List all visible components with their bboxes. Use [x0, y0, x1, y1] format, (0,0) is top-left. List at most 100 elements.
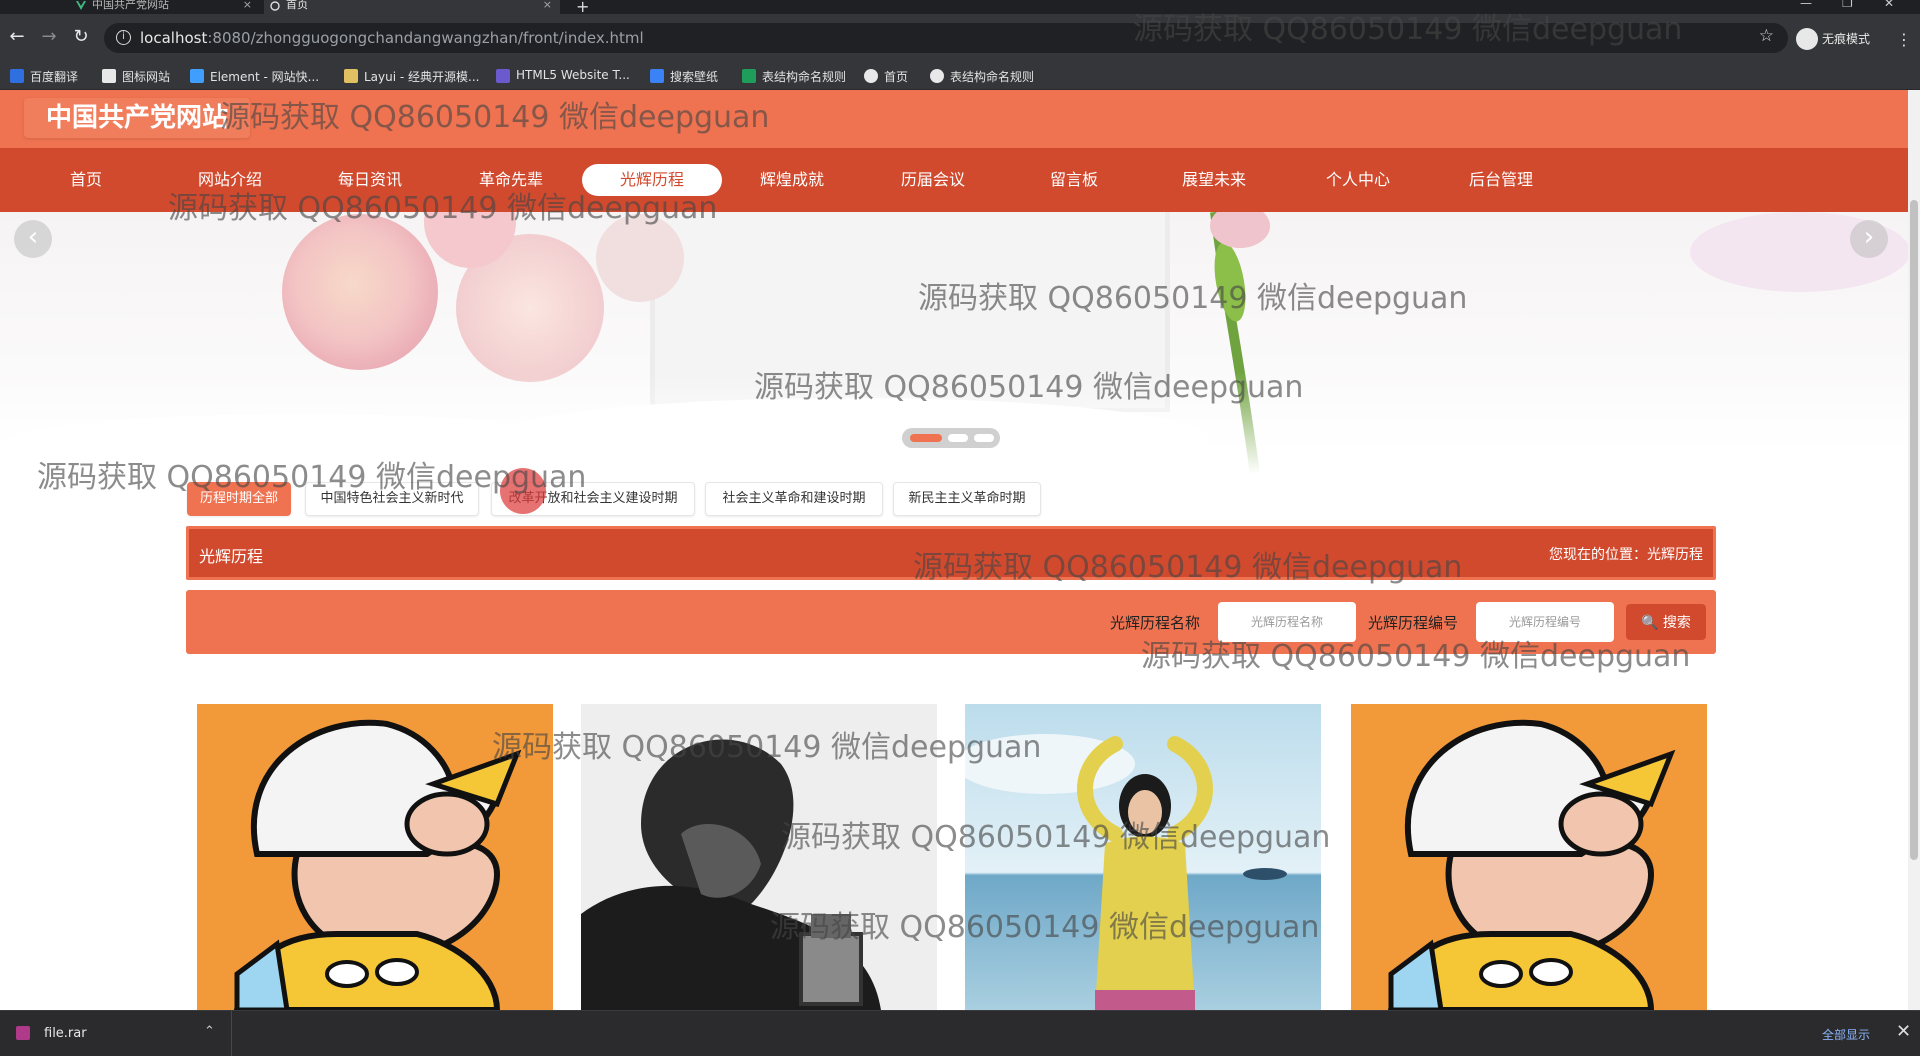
man-portrait-image: [581, 704, 937, 1010]
filter-new-democratic[interactable]: 新民主主义革命时期: [893, 482, 1041, 516]
bookmark-label: 表结构命名规则: [762, 70, 847, 84]
nav-item-meetings[interactable]: 历届会议: [878, 164, 988, 196]
close-window-icon[interactable]: ✕: [1884, 0, 1894, 10]
site-title[interactable]: 中国共产党网站: [24, 98, 251, 138]
bookmark-label: 首页: [884, 70, 909, 84]
profile-label: 无痕模式: [1822, 32, 1871, 46]
vue-icon: [76, 1, 86, 10]
filter-new-era[interactable]: 中国特色社会主义新时代: [305, 482, 479, 516]
carousel-indicators: [902, 428, 1000, 448]
carousel-dot-3[interactable]: [974, 434, 994, 442]
carousel-next-button[interactable]: ›: [1850, 220, 1888, 258]
filter-all[interactable]: 历程时期全部: [187, 482, 291, 516]
bookmarks-bar: 百度翻译 图标网站 Element - 网站快... Layui - 经典开源模…: [0, 62, 1920, 90]
history-card[interactable]: [581, 704, 937, 1010]
wallpaper-search-icon: [650, 69, 664, 83]
nav-item-profile[interactable]: 个人中心: [1303, 164, 1413, 196]
name-search-input[interactable]: [1218, 602, 1356, 642]
girl-beach-image: [965, 704, 1321, 1010]
carousel-dot-1[interactable]: [910, 434, 942, 442]
show-all-downloads-link[interactable]: 全部显示: [1822, 1026, 1870, 1043]
nav-item-intro[interactable]: 网站介绍: [175, 164, 285, 196]
section-title: 光辉历程: [199, 547, 264, 566]
url-path: :8080/zhongguogongchandangwangzhan/front…: [207, 29, 644, 47]
incognito-profile[interactable]: 无痕模式: [1796, 28, 1870, 50]
forward-icon[interactable]: →: [36, 24, 62, 50]
bookmark-item[interactable]: 表结构命名规则: [930, 68, 1034, 85]
nav-item-history[interactable]: 光辉历程: [582, 164, 722, 196]
carousel-prev-button[interactable]: ‹: [14, 220, 52, 258]
history-card[interactable]: [197, 704, 553, 1010]
minimize-icon[interactable]: —: [1800, 0, 1812, 10]
tab-home[interactable]: 首页 ×: [264, 0, 560, 14]
bookmark-item[interactable]: Element - 网站快...: [190, 68, 319, 85]
nav-item-achievements[interactable]: 辉煌成就: [737, 164, 847, 196]
bookmark-item[interactable]: 搜索壁纸: [650, 68, 718, 85]
site-header: 中国共产党网站: [0, 90, 1908, 148]
menu-kebab-icon[interactable]: ⋮: [1896, 30, 1912, 49]
element-icon: [190, 69, 204, 83]
period-filter-tabs: 历程时期全部 中国特色社会主义新时代 改革开放和社会主义建设时期 社会主义革命和…: [187, 482, 1717, 518]
download-shelf: file.rar ⌃ 全部显示 ✕: [0, 1010, 1920, 1056]
banner-carousel: ‹ ›: [0, 212, 1908, 474]
page-scrollbar[interactable]: [1908, 90, 1920, 1010]
html5-template-icon: [496, 69, 510, 83]
download-item[interactable]: file.rar ⌃: [0, 1011, 232, 1056]
history-card[interactable]: [965, 704, 1321, 1010]
globe-icon: [864, 69, 878, 83]
flag-icon: [102, 69, 116, 83]
nav-item-admin[interactable]: 后台管理: [1446, 164, 1556, 196]
filter-socialist-revolution[interactable]: 社会主义革命和建设时期: [705, 482, 883, 516]
tab-site[interactable]: 中国共产党网站 ×: [70, 0, 260, 14]
globe-icon: [270, 1, 280, 11]
chevron-up-icon[interactable]: ⌃: [204, 1024, 215, 1039]
bookmark-label: Element - 网站快...: [210, 70, 320, 84]
back-icon[interactable]: ←: [4, 24, 30, 50]
address-bar[interactable]: i localhost:8080/zhongguogongchandangwan…: [104, 23, 1788, 53]
bookmark-label: 搜索壁纸: [670, 70, 719, 84]
close-icon[interactable]: ✕: [1896, 1021, 1911, 1042]
carousel-dot-2[interactable]: [948, 434, 968, 442]
browser-tab-strip: 中国共产党网站 × 首页 × + — ❐ ✕: [0, 0, 1920, 16]
baidu-translate-icon: [10, 69, 24, 83]
download-filename: file.rar: [44, 1026, 87, 1041]
bookmark-label: 百度翻译: [30, 70, 79, 84]
window-controls: — ❐ ✕: [1780, 0, 1920, 14]
search-button[interactable]: 🔍 搜索: [1626, 604, 1706, 640]
bookmark-item[interactable]: 百度翻译: [10, 68, 78, 85]
nav-item-news[interactable]: 每日资讯: [315, 164, 425, 196]
search-panel: 光辉历程名称 光辉历程编号 🔍 搜索: [186, 590, 1716, 654]
bookmark-item[interactable]: 首页: [864, 68, 908, 85]
code-search-input[interactable]: [1476, 602, 1614, 642]
nav-item-messages[interactable]: 留言板: [1019, 164, 1129, 196]
nav-item-home[interactable]: 首页: [31, 164, 141, 196]
maximize-icon[interactable]: ❐: [1842, 0, 1853, 10]
layui-icon: [344, 69, 358, 83]
cursor-highlight: [500, 468, 546, 514]
site-info-icon[interactable]: i: [116, 30, 131, 45]
history-card[interactable]: [1351, 704, 1707, 1010]
bookmark-item[interactable]: Layui - 经典开源模...: [344, 68, 479, 85]
bookmark-label: 表结构命名规则: [950, 70, 1035, 84]
main-nav: 首页 网站介绍 每日资讯 革命先辈 光辉历程 辉煌成就 历届会议 留言板 展望未…: [0, 148, 1908, 212]
bookmark-item[interactable]: 表结构命名规则: [742, 68, 846, 85]
tab-title: 中国共产党网站: [92, 0, 169, 11]
cartoon-boy-image: [1351, 704, 1707, 1010]
sheet-icon: [742, 69, 756, 83]
nav-item-pioneers[interactable]: 革命先辈: [456, 164, 566, 196]
cartoon-boy-image: [197, 704, 553, 1010]
section-header: 光辉历程 您现在的位置：光辉历程: [186, 526, 1716, 580]
bookmark-item[interactable]: HTML5 Website T...: [496, 68, 630, 83]
reload-icon[interactable]: ↻: [68, 24, 94, 50]
url-text[interactable]: localhost:8080/zhongguogongchandangwangz…: [140, 29, 644, 47]
breadcrumb: 您现在的位置：光辉历程: [1549, 547, 1703, 563]
url-host: localhost: [140, 29, 208, 47]
scrollbar-thumb[interactable]: [1910, 200, 1918, 860]
tab-title: 首页: [286, 0, 308, 11]
tab-close-icon[interactable]: ×: [543, 0, 552, 10]
bookmark-item[interactable]: 图标网站: [102, 68, 170, 85]
bookmark-star-icon[interactable]: ☆: [1759, 26, 1774, 46]
nav-item-future[interactable]: 展望未来: [1159, 164, 1269, 196]
tab-close-icon[interactable]: ×: [243, 0, 252, 10]
rar-file-icon: [16, 1026, 30, 1040]
